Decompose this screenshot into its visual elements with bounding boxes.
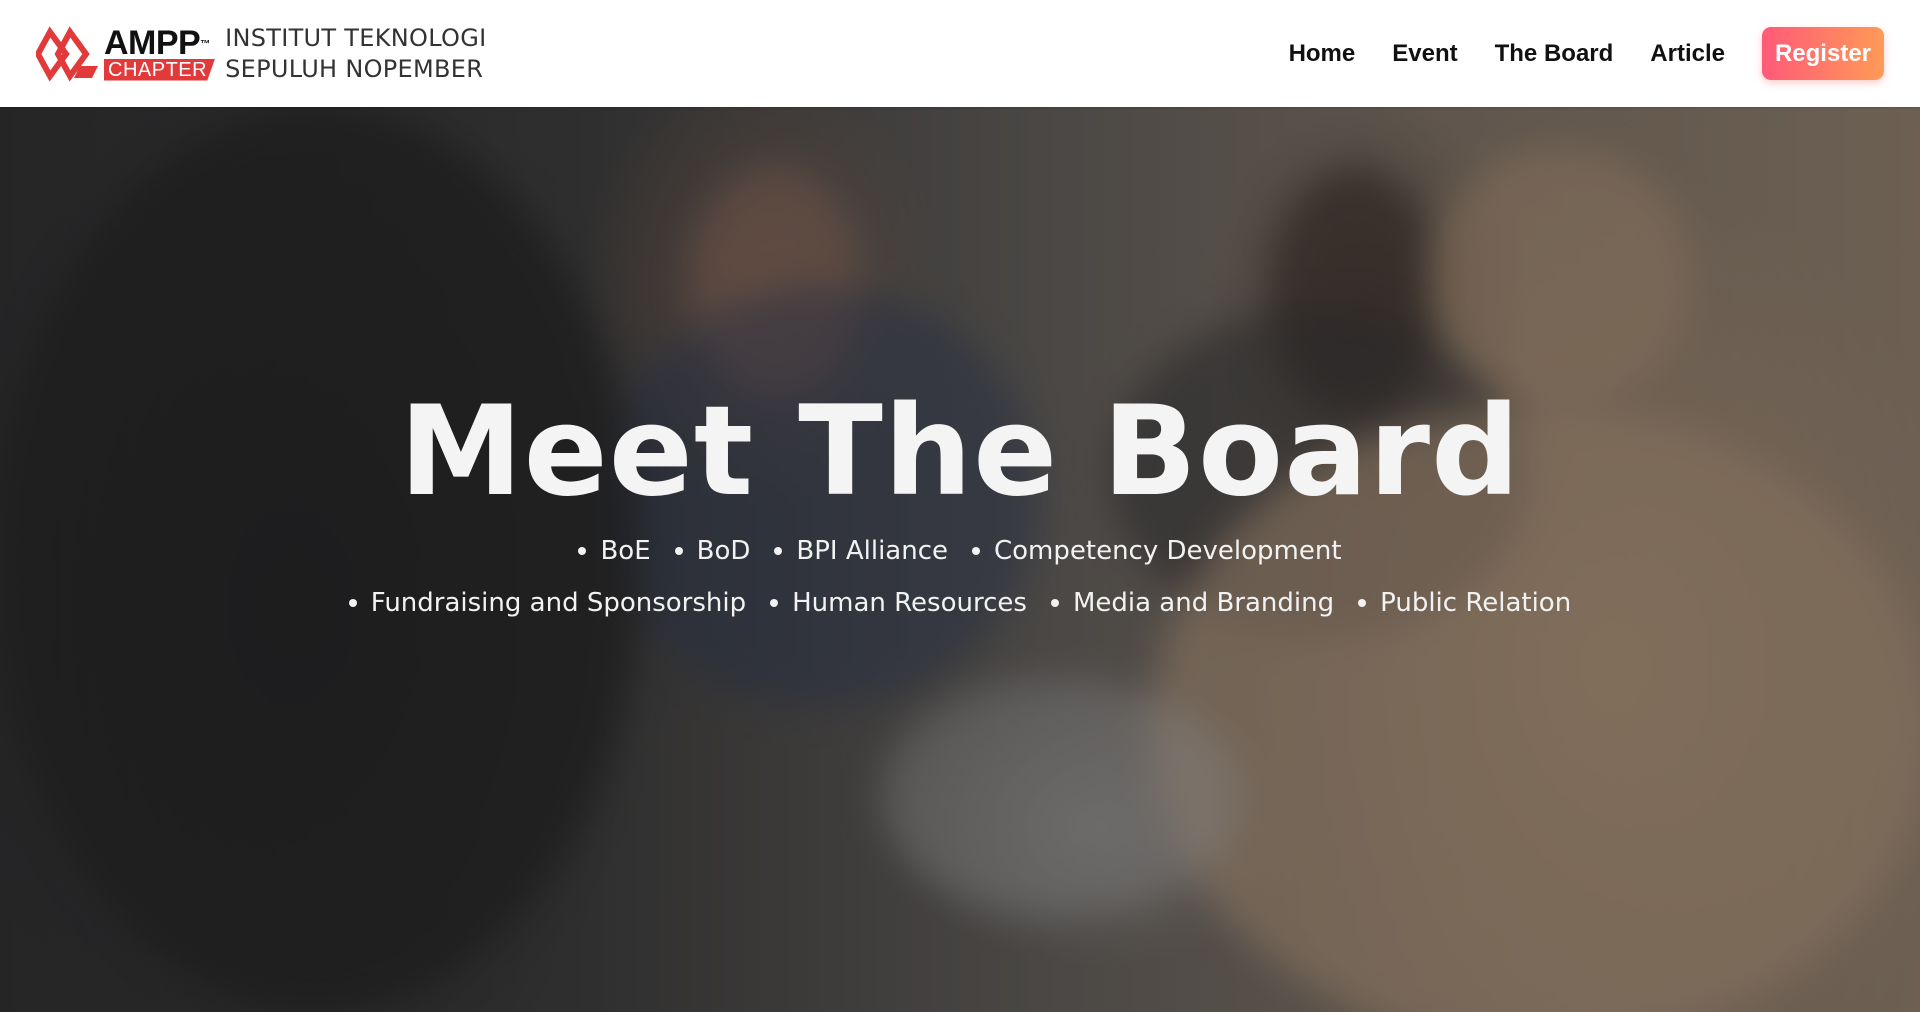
department-label: Competency Development [994,536,1342,566]
nav-event-link[interactable]: Event [1392,40,1457,68]
logo-ampp-text: AMPP™ [104,23,215,62]
bullet-icon [972,547,980,555]
department-label: Media and Branding [1072,588,1335,618]
hero-content: Meet The Board BoE BoD BPI Alliance Comp… [0,107,1920,1012]
department-item-fundraising-sponsorship[interactable]: Fundraising and Sponsorship [348,588,747,618]
logo-chapter-badge: CHAPTER [104,58,216,81]
main-nav: Home Event The Board Article Register [1289,27,1884,80]
logo-trademark: ™ [200,38,210,50]
department-label: BPI Alliance [796,536,948,566]
department-item-media-branding[interactable]: Media and Branding [1050,588,1335,618]
nav-the-board-link[interactable]: The Board [1495,40,1614,68]
department-list-row2: Fundraising and Sponsorship Human Resour… [337,588,1583,618]
department-label: BoD [696,536,751,566]
department-label: BoE [600,536,651,566]
department-item-bpi-alliance[interactable]: BPI Alliance [774,536,948,566]
logo-ampp-label: AMPP [104,23,201,62]
bullet-icon [1358,599,1367,607]
logo-wordmark: AMPP™ CHAPTER [104,23,216,81]
logo-institution-line1: INSTITUT TEKNOLOGI [225,23,487,52]
nav-home-link[interactable]: Home [1289,40,1356,68]
bullet-icon [578,547,587,555]
site-header: AMPP™ CHAPTER INSTITUT TEKNOLOGI SEPULUH… [0,0,1920,107]
department-label: Human Resources [792,588,1027,618]
nav-article-link[interactable]: Article [1650,40,1725,68]
bullet-icon [1050,599,1059,607]
department-list-row1: BoE BoD BPI Alliance Competency Developm… [566,536,1353,566]
site-logo[interactable]: AMPP™ CHAPTER INSTITUT TEKNOLOGI SEPULUH… [36,19,487,89]
department-item-boe[interactable]: BoE [578,536,651,566]
bullet-icon [774,547,783,555]
department-item-bod[interactable]: BoD [674,536,751,566]
bullet-icon [770,599,779,607]
bullet-icon [674,547,683,555]
department-label: Fundraising and Sponsorship [370,588,747,618]
logo-institution: INSTITUT TEKNOLOGI SEPULUH NOPEMBER [225,23,486,85]
hero-title: Meet The Board [399,380,1521,524]
logo-institution-line2: SEPULUH NOPEMBER [225,54,484,83]
department-item-competency-development[interactable]: Competency Development [972,536,1342,566]
department-item-human-resources[interactable]: Human Resources [770,588,1027,618]
bullet-icon [348,599,357,607]
department-label: Public Relation [1380,588,1572,618]
register-button[interactable]: Register [1762,27,1884,80]
department-item-public-relation[interactable]: Public Relation [1358,588,1571,618]
ampp-logo-mark-icon [36,25,98,82]
hero-section: Meet The Board BoE BoD BPI Alliance Comp… [0,107,1920,1012]
